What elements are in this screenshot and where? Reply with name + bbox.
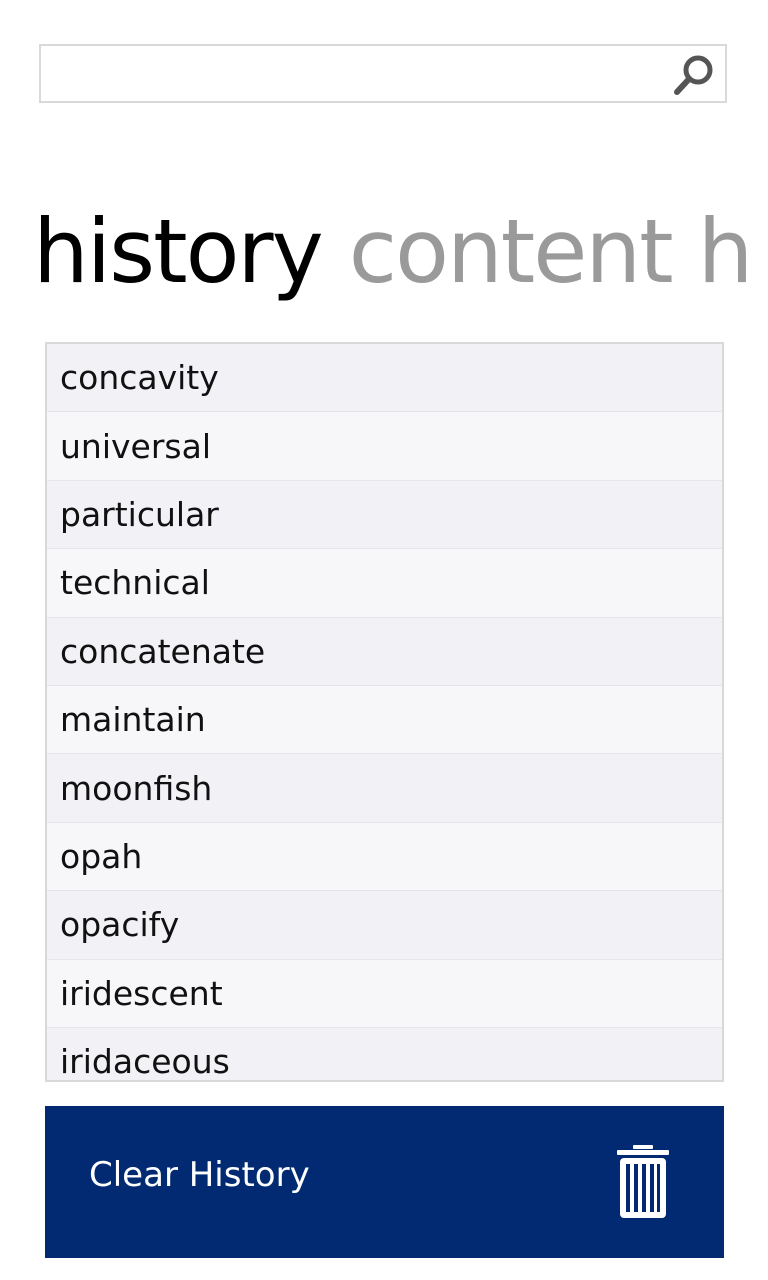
history-list[interactable]: concavity universal particular technical…	[45, 342, 724, 1082]
clear-history-button[interactable]: Clear History	[45, 1106, 724, 1258]
history-item[interactable]: concatenate	[47, 617, 722, 686]
history-item[interactable]: opacify	[47, 891, 722, 960]
clear-history-label: Clear History	[89, 1155, 310, 1195]
history-item[interactable]: concavity	[47, 344, 722, 413]
trash-icon[interactable]	[615, 1144, 671, 1220]
page: history content h concavity universal pa…	[0, 0, 768, 1280]
search-box[interactable]	[39, 44, 727, 103]
search-icon[interactable]	[671, 52, 717, 98]
history-item[interactable]: opah	[47, 822, 722, 892]
history-item[interactable]: particular	[47, 480, 722, 550]
history-item[interactable]: moonfish	[47, 754, 722, 823]
history-item[interactable]: technical	[47, 549, 722, 618]
history-item[interactable]: universal	[47, 412, 722, 481]
search-input[interactable]	[49, 50, 663, 99]
tab-history[interactable]: history	[33, 196, 324, 308]
tab-content-history[interactable]: content h	[349, 196, 754, 308]
history-item[interactable]: iridaceous	[47, 1027, 722, 1080]
history-item[interactable]: maintain	[47, 685, 722, 755]
history-item[interactable]: iridescent	[47, 959, 722, 1028]
pivot-header: history content h	[33, 196, 768, 316]
